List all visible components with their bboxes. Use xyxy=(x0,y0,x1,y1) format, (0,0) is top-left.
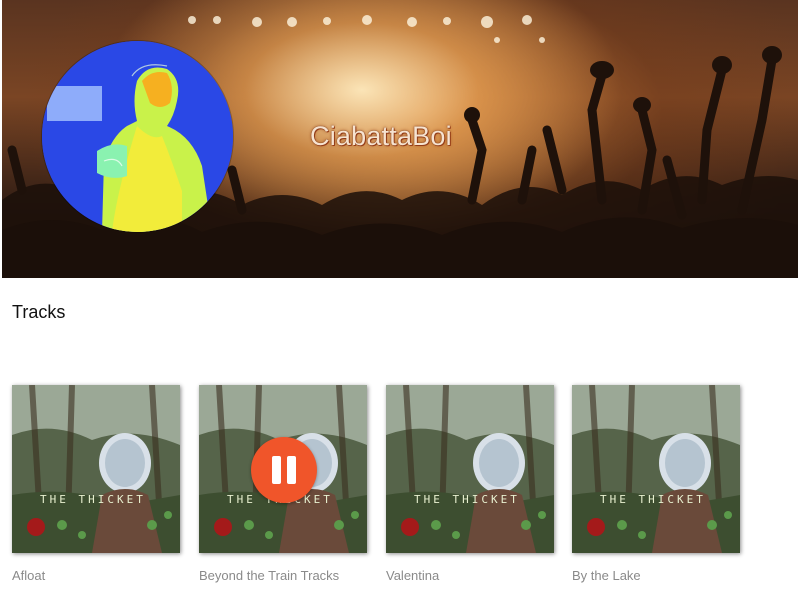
track-title[interactable]: Afloat xyxy=(12,568,182,583)
track-title[interactable]: By the Lake xyxy=(572,568,742,583)
track-title[interactable]: Valentina xyxy=(386,568,556,583)
album-art-image: THE THICKET xyxy=(386,385,554,553)
album-art-image: THE THICKET xyxy=(572,385,740,553)
pause-icon xyxy=(272,456,281,484)
album-cover[interactable]: THE THICKET xyxy=(386,385,554,553)
track-title[interactable]: Beyond the Train Tracks xyxy=(199,568,369,583)
album-cover[interactable]: THE THICKET xyxy=(199,385,367,553)
artist-banner: CiabattaBoi xyxy=(2,0,798,278)
album-art-text: THE THICKET xyxy=(414,493,520,506)
pause-button[interactable] xyxy=(251,437,317,503)
track-card[interactable]: THE THICKET By the Lake xyxy=(572,385,742,583)
artist-avatar xyxy=(42,41,233,232)
album-art-image: THE THICKET xyxy=(12,385,180,553)
thermal-portrait-image xyxy=(42,41,233,232)
album-art-text: THE THICKET xyxy=(600,493,706,506)
pause-icon xyxy=(287,456,296,484)
track-card[interactable]: THE THICKET Valentina xyxy=(386,385,556,583)
section-title-tracks: Tracks xyxy=(12,302,66,322)
album-cover[interactable]: THE THICKET xyxy=(572,385,740,553)
artist-name: CiabattaBoi xyxy=(310,121,452,151)
album-cover[interactable]: THE THICKET xyxy=(12,385,180,553)
track-card-playing[interactable]: THE THICKET Beyond the Train Tracks xyxy=(199,385,369,583)
track-card[interactable]: THE THICKET Afloat xyxy=(12,385,182,583)
album-art-text: THE THICKET xyxy=(40,493,146,506)
